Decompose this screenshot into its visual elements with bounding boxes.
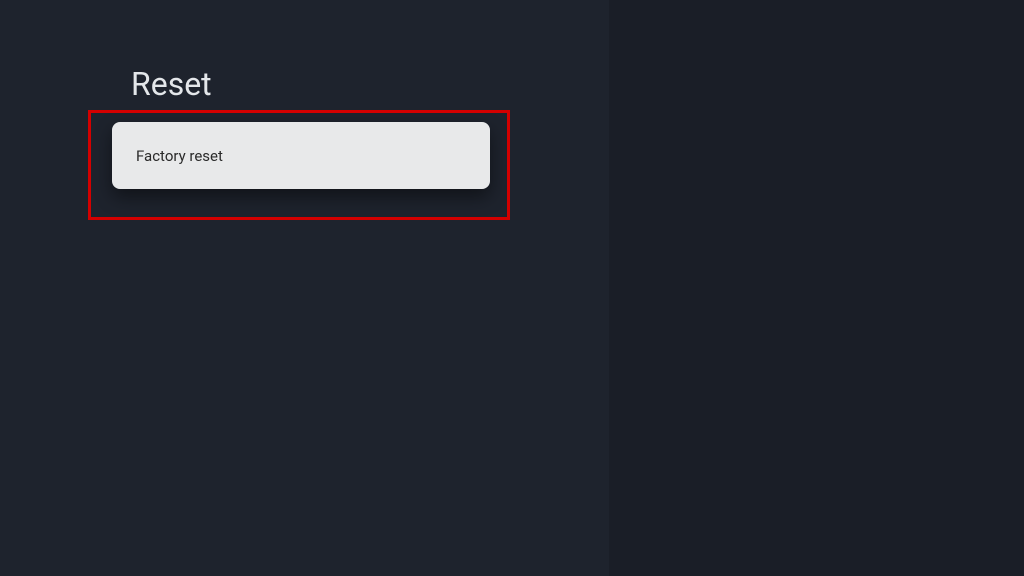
factory-reset-option[interactable]: Factory reset xyxy=(112,122,490,189)
right-panel xyxy=(609,0,1024,576)
left-panel xyxy=(0,0,609,576)
option-label: Factory reset xyxy=(136,147,223,165)
page-title: Reset xyxy=(131,65,212,103)
